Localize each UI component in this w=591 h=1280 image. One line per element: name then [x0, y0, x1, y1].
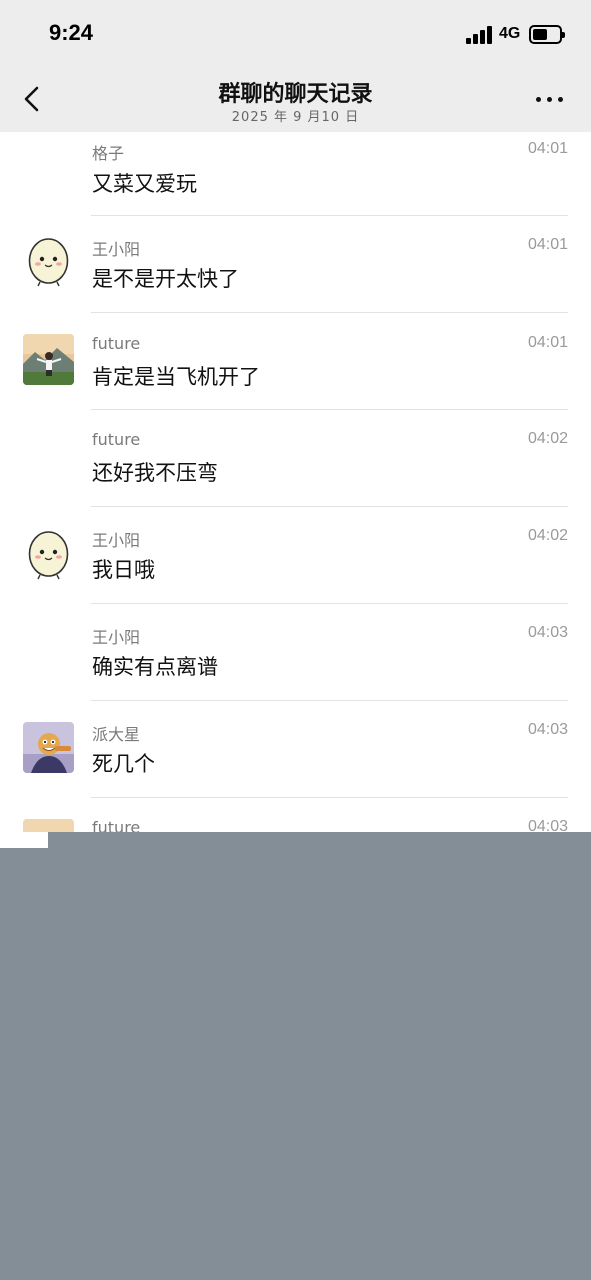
message-time: 04:03 [527, 624, 568, 641]
message-time: 04:03 [527, 818, 568, 832]
message-text: 是不是开太快了 [92, 267, 239, 291]
message-text: 又菜又爱玩 [92, 172, 197, 196]
nav-bar: 群聊的聊天记录 2025 年 9 月10 日 [0, 66, 591, 132]
status-bar: 9:24 4G [0, 0, 591, 66]
message-time: 04:02 [527, 430, 568, 447]
list-item[interactable]: 王小阳 04:03 确实有点离谱 [0, 604, 591, 701]
list-item[interactable]: future 04:01 肯定是当飞机开了 [0, 313, 591, 410]
sender-name: 格子 [92, 144, 125, 163]
more-icon[interactable] [536, 97, 564, 103]
list-item[interactable]: future 04:02 还好我不压弯 [0, 410, 591, 507]
page-subtitle: 2025 年 9 月10 日 [231, 110, 360, 125]
sender-name: 派大星 [92, 725, 141, 744]
sender-name: future [92, 430, 141, 449]
list-item[interactable]: 王小阳 04:02 我日哦 [0, 507, 591, 604]
list-item[interactable]: future 04:03 [0, 798, 591, 832]
egg-avatar-icon[interactable] [23, 236, 74, 287]
message-time: 04:01 [527, 334, 568, 351]
sender-name: 王小阳 [92, 531, 141, 550]
gray-overlay [0, 832, 591, 1280]
message-time: 04:02 [527, 527, 568, 544]
list-item[interactable]: 王小阳 04:01 是不是开太快了 [0, 216, 591, 313]
message-text: 我日哦 [92, 558, 155, 582]
message-text: 肯定是当飞机开了 [92, 365, 260, 389]
network-label: 4G [499, 25, 521, 42]
message-text: 确实有点离谱 [92, 655, 218, 679]
sender-name: future [92, 334, 141, 353]
landscape-person-avatar-icon[interactable] [23, 819, 74, 832]
battery-icon [529, 25, 565, 44]
message-text: 死几个 [92, 752, 155, 776]
sender-name: 王小阳 [92, 628, 141, 647]
landscape-person-avatar-icon[interactable] [23, 334, 74, 385]
status-time: 9:24 [49, 20, 94, 45]
sender-name: 王小阳 [92, 240, 141, 259]
signal-icon [466, 26, 494, 44]
page-title: 群聊的聊天记录 [218, 82, 373, 107]
sender-name: future [92, 818, 141, 832]
message-time: 04:01 [527, 236, 568, 253]
list-item[interactable]: 派大星 04:03 死几个 [0, 701, 591, 798]
message-text: 还好我不压弯 [92, 461, 218, 485]
egg-avatar-icon[interactable] [23, 529, 74, 580]
message-list[interactable]: 格子 04:01 又菜又爱玩 王小阳 04:01 是不是开太快了 future … [0, 132, 591, 832]
overlay-notch [0, 832, 48, 848]
cartoon-avatar-icon[interactable] [23, 722, 74, 773]
message-time: 04:01 [527, 140, 568, 157]
message-time: 04:03 [527, 721, 568, 738]
